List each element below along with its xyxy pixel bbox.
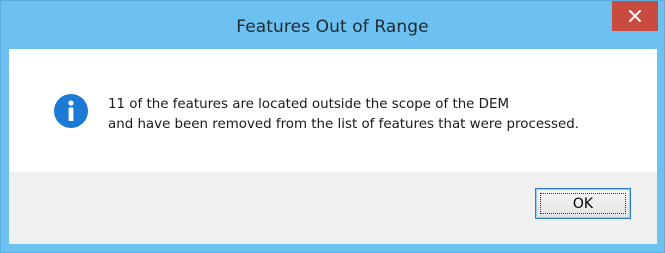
message-line-2: and have been removed from the list of f…: [108, 117, 579, 132]
close-icon: [629, 10, 641, 22]
message-dialog: Features Out of Range 11 of the features…: [0, 0, 665, 253]
title-bar[interactable]: Features Out of Range: [1, 1, 664, 49]
info-icon: [54, 94, 88, 128]
ok-button[interactable]: OK: [535, 188, 631, 219]
close-button[interactable]: [612, 1, 658, 31]
focus-ring: [540, 193, 626, 214]
message-area: 11 of the features are located outside t…: [9, 49, 657, 172]
message-text: 11 of the features are located outside t…: [108, 95, 579, 135]
message-line-1: 11 of the features are located outside t…: [108, 97, 510, 112]
dialog-body: 11 of the features are located outside t…: [9, 49, 657, 244]
window-title: Features Out of Range: [236, 17, 429, 37]
